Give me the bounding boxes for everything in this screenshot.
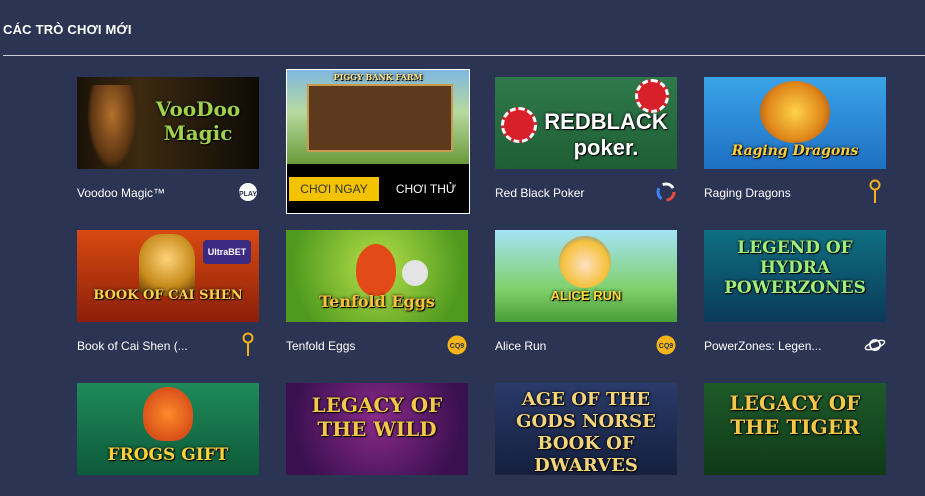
coin-graphic	[402, 260, 428, 286]
thumbnail-title: ALICE RUN	[550, 288, 622, 303]
thumbnail-title: LEGACY OF THE TIGER	[729, 391, 861, 439]
section-header: CÁC TRÒ CHƠI MỚI	[0, 0, 925, 56]
ultra-bet-badge: UltraBET	[203, 240, 251, 264]
play-demo-button[interactable]: CHƠI THỬ	[383, 177, 469, 201]
game-card-book-of-dwarves[interactable]: AGE OF THE GODS NORSE BOOK OF DWARVES	[495, 383, 677, 496]
thumbnail-title: AGE OF THE GODS NORSE BOOK OF DWARVES	[516, 389, 656, 475]
cq9-logo-icon: CQ9	[446, 334, 468, 356]
game-thumbnail[interactable]: UltraBET BOOK OF CAI SHEN	[77, 230, 259, 322]
game-thumbnail[interactable]: REDBLACK poker.	[495, 77, 677, 169]
game-name[interactable]: Tenfold Eggs	[286, 339, 355, 353]
game-card-alice-run[interactable]: ALICE RUN Alice Run CQ9	[495, 230, 677, 360]
game-card-hover[interactable]: PIGGY BANK FARM CHƠI NGAY CHƠI THỬ	[286, 69, 470, 214]
thumbnail-title: Raging Dragons	[731, 143, 859, 159]
play-n-go-icon: PLAY	[237, 181, 259, 203]
egg-graphic	[356, 244, 396, 296]
game-card-legacy-of-the-wild[interactable]: LEGACY OF THE WILD	[286, 383, 468, 496]
thumbnail-title: VooDoo Magic	[155, 97, 241, 145]
game-thumbnail[interactable]: ALICE RUN	[495, 230, 677, 322]
game-name[interactable]: Red Black Poker	[495, 186, 584, 200]
thumbnail-title: Tenfold Eggs	[319, 292, 435, 311]
thumbnail-title: PIGGY BANK FARM	[333, 72, 423, 82]
game-thumbnail[interactable]: LEGEND OF HYDRA POWERZONES	[704, 230, 886, 322]
swirl-logo-icon	[655, 181, 677, 203]
game-thumbnail[interactable]: AGE OF THE GODS NORSE BOOK OF DWARVES	[495, 383, 677, 475]
thumbnail-title: LEGACY OF THE WILD	[311, 393, 443, 441]
character-figure	[139, 234, 195, 296]
game-name[interactable]: Book of Cai Shen (...	[77, 339, 188, 353]
game-card-red-black-poker[interactable]: REDBLACK poker. Red Black Poker	[495, 77, 677, 207]
game-card-legend-of-hydra[interactable]: LEGEND OF HYDRA POWERZONES PowerZones: L…	[704, 230, 886, 360]
game-thumbnail[interactable]: PIGGY BANK FARM	[287, 70, 469, 164]
svg-text:CQ9: CQ9	[659, 343, 674, 350]
thumbnail-title: REDBLACK poker.	[544, 109, 668, 160]
game-name[interactable]: Raging Dragons	[704, 186, 791, 200]
character-figure	[559, 236, 611, 288]
planet-logo-icon	[864, 334, 886, 356]
pin-logo-icon	[237, 332, 259, 356]
game-thumbnail[interactable]: Raging Dragons	[704, 77, 886, 169]
section-title: CÁC TRÒ CHƠI MỚI	[3, 22, 132, 37]
game-thumbnail[interactable]: LEGACY OF THE TIGER	[704, 383, 886, 475]
svg-text:PLAY: PLAY	[239, 191, 257, 198]
game-thumbnail[interactable]: Tenfold Eggs	[286, 230, 468, 322]
thumbnail-title: LEGEND OF HYDRA POWERZONES	[724, 238, 866, 298]
dragon-emblem	[760, 81, 830, 143]
game-card-tenfold-eggs[interactable]: Tenfold Eggs Tenfold Eggs CQ9	[286, 230, 468, 360]
poker-chip	[635, 79, 669, 113]
game-card-voodoo-magic[interactable]: VooDoo Magic Voodoo Magic™ PLAY	[77, 77, 259, 207]
thumbnail-title: FROGS GIFT	[107, 445, 229, 465]
game-thumbnail[interactable]: FROGS GIFT	[77, 383, 259, 475]
game-thumbnail[interactable]: LEGACY OF THE WILD	[286, 383, 468, 475]
svg-text:CQ9: CQ9	[450, 343, 465, 350]
character-figure	[87, 85, 137, 169]
cq9-logo-icon: CQ9	[655, 334, 677, 356]
game-card-book-of-cai-shen[interactable]: UltraBET BOOK OF CAI SHEN Book of Cai Sh…	[77, 230, 259, 360]
game-name[interactable]: Alice Run	[495, 339, 546, 353]
frog-graphic	[143, 387, 193, 441]
slot-reels	[307, 84, 453, 152]
play-now-button[interactable]: CHƠI NGAY	[289, 177, 379, 201]
game-card-legacy-of-the-tiger[interactable]: LEGACY OF THE TIGER	[704, 383, 886, 496]
thumbnail-title: BOOK OF CAI SHEN	[93, 288, 243, 303]
game-card-frogs-gift[interactable]: FROGS GIFT	[77, 383, 259, 496]
header-divider	[3, 55, 925, 56]
game-name[interactable]: PowerZones: Legen...	[704, 339, 821, 353]
pin-logo-icon	[864, 179, 886, 203]
poker-chip	[501, 107, 537, 143]
game-card-raging-dragons[interactable]: Raging Dragons Raging Dragons	[704, 77, 886, 207]
game-thumbnail[interactable]: VooDoo Magic	[77, 77, 259, 169]
game-name[interactable]: Voodoo Magic™	[77, 186, 165, 200]
